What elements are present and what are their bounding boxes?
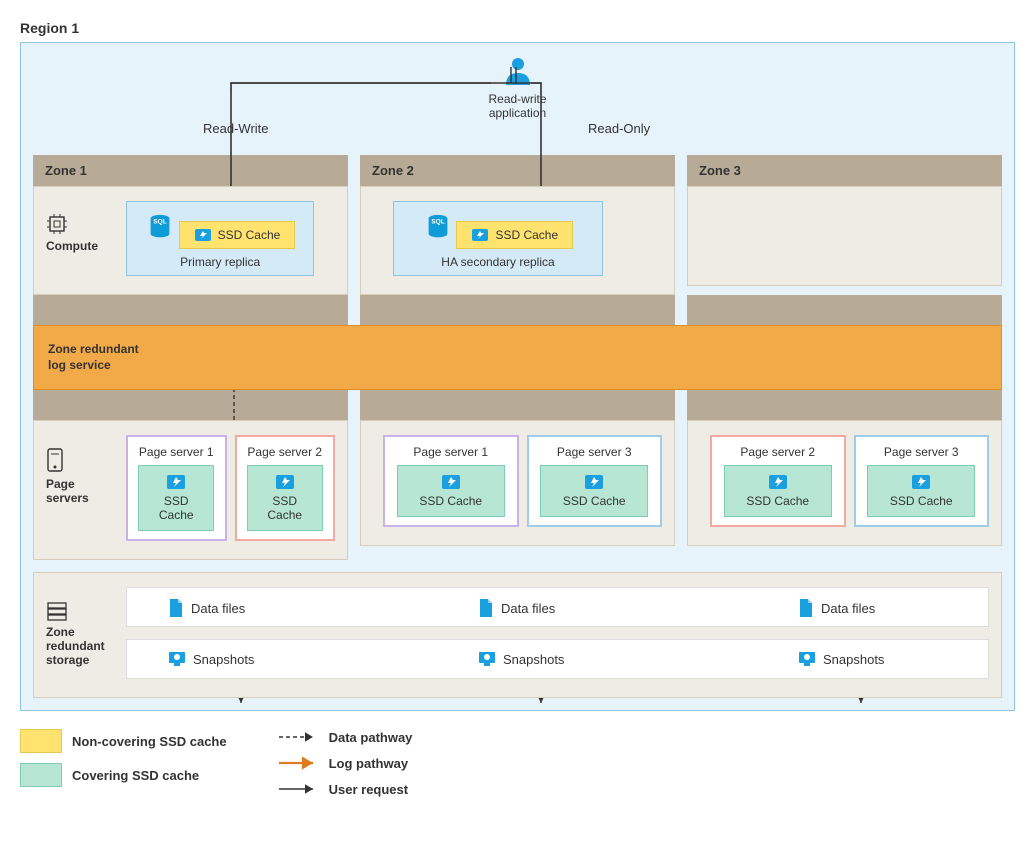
page-server-ssd: SSD Cache — [247, 465, 323, 531]
storage-layer-label: Zone redundant storage — [46, 601, 106, 667]
file-icon — [477, 598, 495, 618]
compute-zone3 — [687, 186, 1002, 286]
data-files-z2: Data files — [477, 598, 555, 618]
file-icon — [797, 598, 815, 618]
compute-zone1: Compute SQL SSD Cache Primary replica — [33, 186, 348, 295]
svg-text:SQL: SQL — [431, 218, 444, 225]
region-container: Read-write application Read-Write Read-O… — [20, 42, 1015, 711]
page-servers-label: Page servers — [46, 447, 106, 505]
page-server-2-z3: Page server 2 SSD Cache — [710, 435, 846, 527]
log-service: Zone redundant log service — [33, 325, 1002, 390]
solid-arrow-icon — [277, 781, 319, 797]
primary-replica: SQL SSD Cache Primary replica — [126, 201, 314, 276]
secondary-ssd-cache: SSD Cache — [456, 221, 573, 249]
page-server-1-z2: Page server 1 SSD Cache — [383, 435, 519, 527]
data-files-z1: Data files — [167, 598, 245, 618]
snapshot-icon — [167, 650, 187, 668]
ssd-icon — [166, 474, 186, 490]
storage-layer: Zone redundant storage Data files Data f… — [33, 572, 1002, 698]
orange-arrow-icon — [277, 755, 319, 771]
page-servers-row: Page servers Page server 1 SSD Cache Pag… — [33, 420, 1002, 560]
snapshots-z2: Snapshots — [477, 650, 564, 668]
zone-headers: Zone 1 Zone 2 Zone 3 — [33, 155, 1002, 186]
read-only-label: Read-Only — [588, 121, 650, 136]
data-files-z3: Data files — [797, 598, 875, 618]
compute-layer-label: Compute — [46, 213, 106, 253]
application-node: Read-write application — [488, 55, 546, 121]
zone3-header: Zone 3 — [687, 155, 1002, 186]
page-server-2-z1: Page server 2 SSD Cache — [235, 435, 336, 541]
snapshots-z1: Snapshots — [167, 650, 254, 668]
server-icon — [46, 447, 64, 473]
snapshot-icon — [797, 650, 817, 668]
legend: Non-covering SSD cache Covering SSD cach… — [20, 729, 1015, 797]
region-label: Region 1 — [20, 20, 1015, 36]
user-icon — [502, 55, 534, 87]
ssd-icon — [275, 474, 295, 490]
ssd-icon — [911, 474, 931, 490]
compute-row: Compute SQL SSD Cache Primary replica — [33, 186, 1002, 295]
page-server-ssd: SSD Cache — [867, 465, 975, 517]
top-area: Read-write application Read-Write Read-O… — [33, 55, 1002, 155]
application-caption: Read-write application — [488, 92, 546, 121]
legend-noncovering: Non-covering SSD cache — [20, 729, 227, 753]
page-servers-zone1: Page servers Page server 1 SSD Cache Pag… — [33, 420, 348, 560]
legend-covering: Covering SSD cache — [20, 763, 227, 787]
secondary-replica-caption: HA secondary replica — [412, 255, 584, 269]
mid-spacer-bottom — [33, 390, 1002, 420]
storage-icon — [46, 601, 68, 621]
page-server-1-z1: Page server 1 SSD Cache — [126, 435, 227, 541]
swatch-green — [20, 763, 62, 787]
snapshots-row: Snapshots Snapshots Snapshots — [126, 639, 989, 679]
page-server-ssd: SSD Cache — [397, 465, 505, 517]
primary-ssd-cache: SSD Cache — [179, 221, 296, 249]
ssd-icon — [768, 474, 788, 490]
sql-db-icon: SQL — [423, 212, 453, 242]
page-server-ssd: SSD Cache — [540, 465, 648, 517]
page-servers-zone2: Page server 1 SSD Cache Page server 3 SS… — [360, 420, 675, 546]
page-server-3-z2: Page server 3 SSD Cache — [527, 435, 663, 527]
mid-spacer-top — [33, 295, 1002, 325]
read-write-label: Read-Write — [203, 121, 269, 136]
zone1-header: Zone 1 — [33, 155, 348, 186]
file-icon — [167, 598, 185, 618]
sql-db-icon: SQL — [145, 212, 175, 242]
page-servers-zone3: Page server 2 SSD Cache Page server 3 SS… — [687, 420, 1002, 546]
secondary-replica: SQL SSD Cache HA secondary replica — [393, 201, 603, 276]
dashed-arrow-icon — [277, 729, 319, 745]
ssd-icon — [194, 228, 212, 242]
snapshots-z3: Snapshots — [797, 650, 884, 668]
snapshot-icon — [477, 650, 497, 668]
cpu-icon — [46, 213, 68, 235]
legend-data-pathway: Data pathway — [277, 729, 413, 745]
page-server-ssd: SSD Cache — [724, 465, 832, 517]
page-server-ssd: SSD Cache — [138, 465, 214, 531]
legend-log-pathway: Log pathway — [277, 755, 413, 771]
legend-user-request: User request — [277, 781, 413, 797]
swatch-yellow — [20, 729, 62, 753]
ssd-icon — [584, 474, 604, 490]
ssd-icon — [471, 228, 489, 242]
compute-zone2: SQL SSD Cache HA secondary replica — [360, 186, 675, 295]
ssd-icon — [441, 474, 461, 490]
page-server-3-z3: Page server 3 SSD Cache — [854, 435, 990, 527]
zone2-header: Zone 2 — [360, 155, 675, 186]
data-files-row: Data files Data files Data files — [126, 587, 989, 627]
svg-text:SQL: SQL — [153, 218, 166, 225]
primary-replica-caption: Primary replica — [145, 255, 295, 269]
